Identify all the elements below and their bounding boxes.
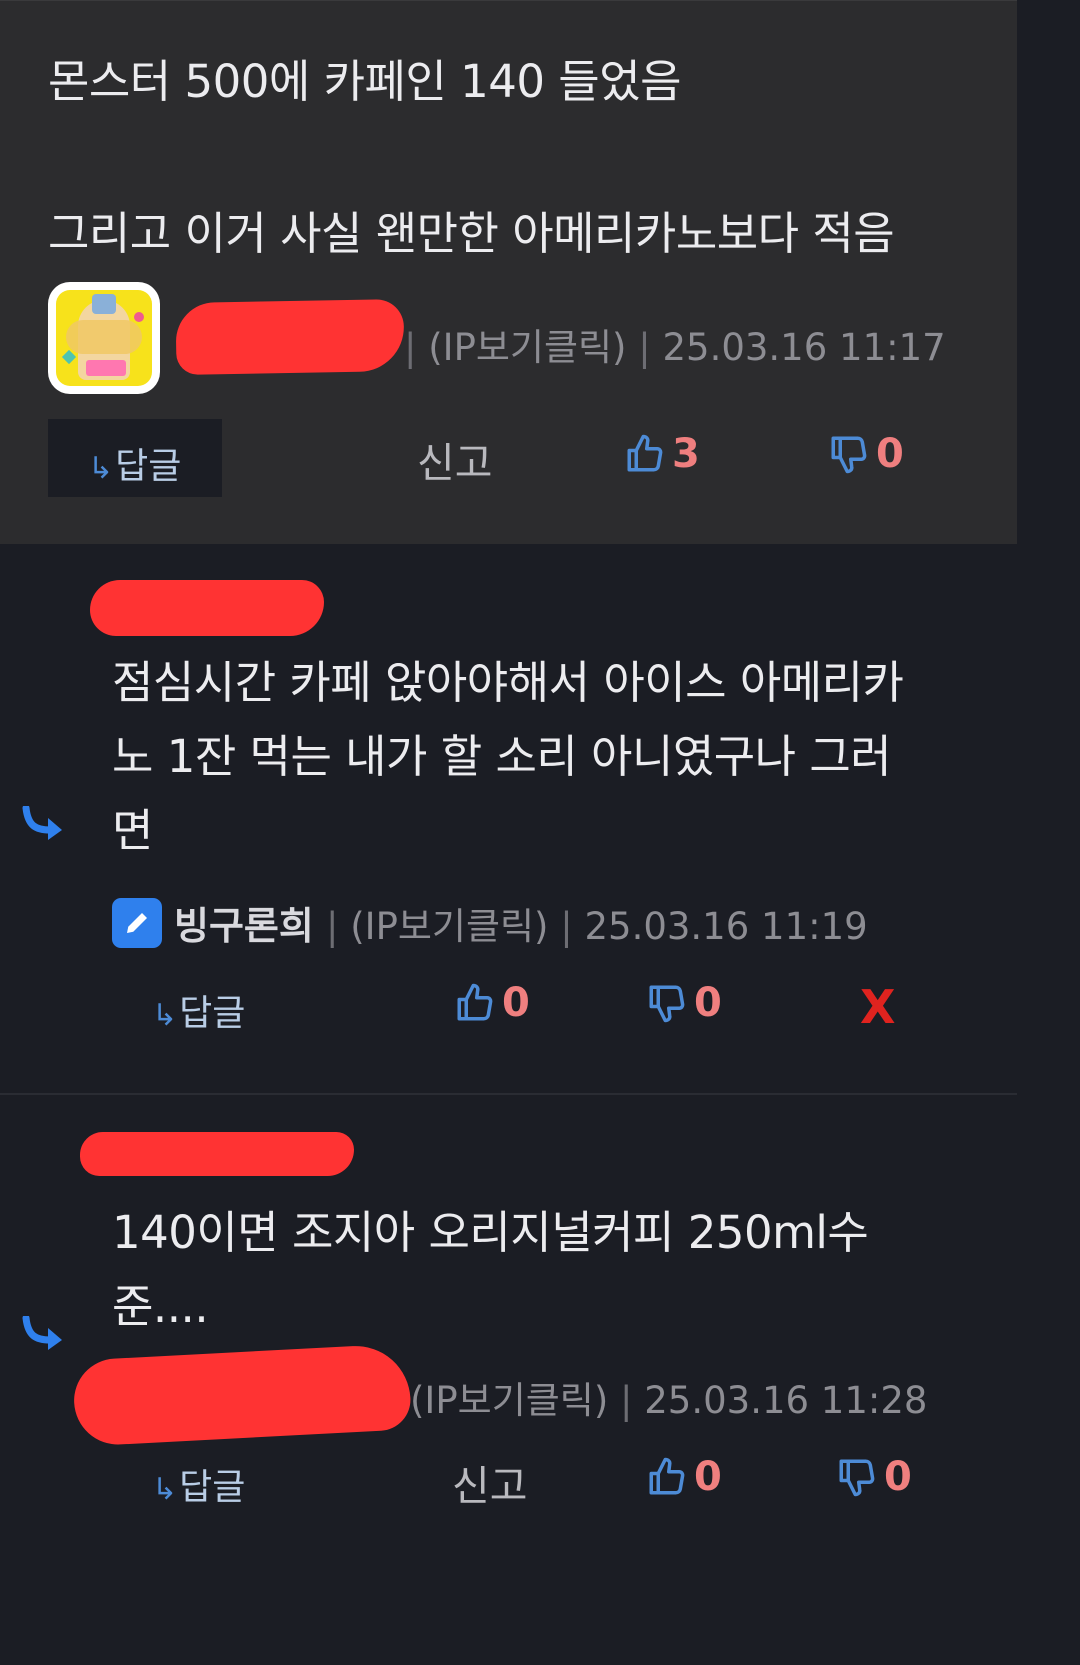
reply-button-label: 답글 <box>179 1467 246 1508</box>
thumbs-down-icon <box>649 985 685 1023</box>
report-button[interactable]: 신고 <box>417 429 492 489</box>
like-button[interactable]: 3 <box>624 431 700 477</box>
reply-arrow-icon: ↳ <box>152 1472 178 1507</box>
thumbs-down-icon <box>839 1459 875 1497</box>
pencil-icon <box>112 898 162 948</box>
reply-text: 140이면 조지아 오리지널커피 250ml수 준.... <box>112 1206 869 1333</box>
comment-meta: | (IP보기클릭) | 25.03.16 11:17 <box>404 326 946 369</box>
thumbs-up-icon <box>627 434 663 472</box>
reply-arrow-icon: ↳ <box>88 451 114 486</box>
reply-arrow-icon: ↳ <box>152 998 178 1033</box>
dislike-count: 0 <box>694 980 722 1026</box>
comment-divider <box>0 1093 1017 1095</box>
reply-button-label: 답글 <box>179 993 246 1034</box>
reply-arrow-icon <box>22 806 62 840</box>
dislike-count: 0 <box>884 1454 912 1500</box>
reply-timestamp: 25.03.16 11:28 <box>644 1379 928 1422</box>
like-button[interactable]: 0 <box>646 1454 722 1500</box>
reply-meta: (IP보기클릭) | 25.03.16 11:28 <box>410 1379 928 1422</box>
reply-button[interactable]: ↳답글 <box>152 984 245 1036</box>
redacted-username <box>71 1343 413 1447</box>
ip-view-link[interactable]: (IP보기클릭) <box>410 1379 608 1422</box>
report-button[interactable]: 신고 <box>452 1452 527 1512</box>
reply-meta: | (IP보기클릭) | 25.03.16 11:19 <box>326 905 868 948</box>
reply-text: 점심시간 카페 앉아야해서 아이스 아메리카 노 1잔 먹는 내가 할 소리 아… <box>112 656 904 857</box>
reply-button-label: 답글 <box>115 446 182 487</box>
reply-author[interactable]: 빙구론희 <box>174 895 314 950</box>
ip-view-link[interactable]: (IP보기클릭) <box>350 905 548 948</box>
dislike-count: 0 <box>876 431 904 477</box>
comment-text-line1: 몬스터 500에 카페인 140 들었음 <box>48 55 682 108</box>
like-count: 3 <box>672 431 700 477</box>
reply-timestamp: 25.03.16 11:19 <box>584 905 868 948</box>
thumbs-down-icon <box>831 436 867 474</box>
dislike-button[interactable]: 0 <box>828 431 904 477</box>
dislike-button[interactable]: 0 <box>646 980 722 1026</box>
reply-arrow-icon <box>22 1316 62 1350</box>
dislike-button[interactable]: 0 <box>836 1454 912 1500</box>
like-button[interactable]: 0 <box>454 980 530 1026</box>
redacted-quote-author <box>80 1132 354 1176</box>
reply-button[interactable]: ↳답글 <box>152 1458 245 1510</box>
avatar-image <box>56 290 152 386</box>
redacted-username <box>175 299 405 375</box>
top-comment: 몬스터 500에 카페인 140 들었음 그리고 이거 사실 왠만한 아메리카노… <box>0 0 1017 544</box>
comment-timestamp: 25.03.16 11:17 <box>662 326 946 369</box>
thumbs-up-icon <box>649 1457 685 1495</box>
ip-view-link[interactable]: (IP보기클릭) <box>428 326 626 369</box>
redacted-quote-author <box>90 580 324 636</box>
like-count: 0 <box>694 1454 722 1500</box>
reply-button[interactable]: ↳답글 <box>48 419 222 497</box>
comment-text-line2: 그리고 이거 사실 왠만한 아메리카노보다 적음 <box>48 207 895 260</box>
like-count: 0 <box>502 980 530 1026</box>
user-avatar[interactable] <box>48 282 160 394</box>
thumbs-up-icon <box>457 983 493 1021</box>
delete-button[interactable]: X <box>860 980 895 1034</box>
